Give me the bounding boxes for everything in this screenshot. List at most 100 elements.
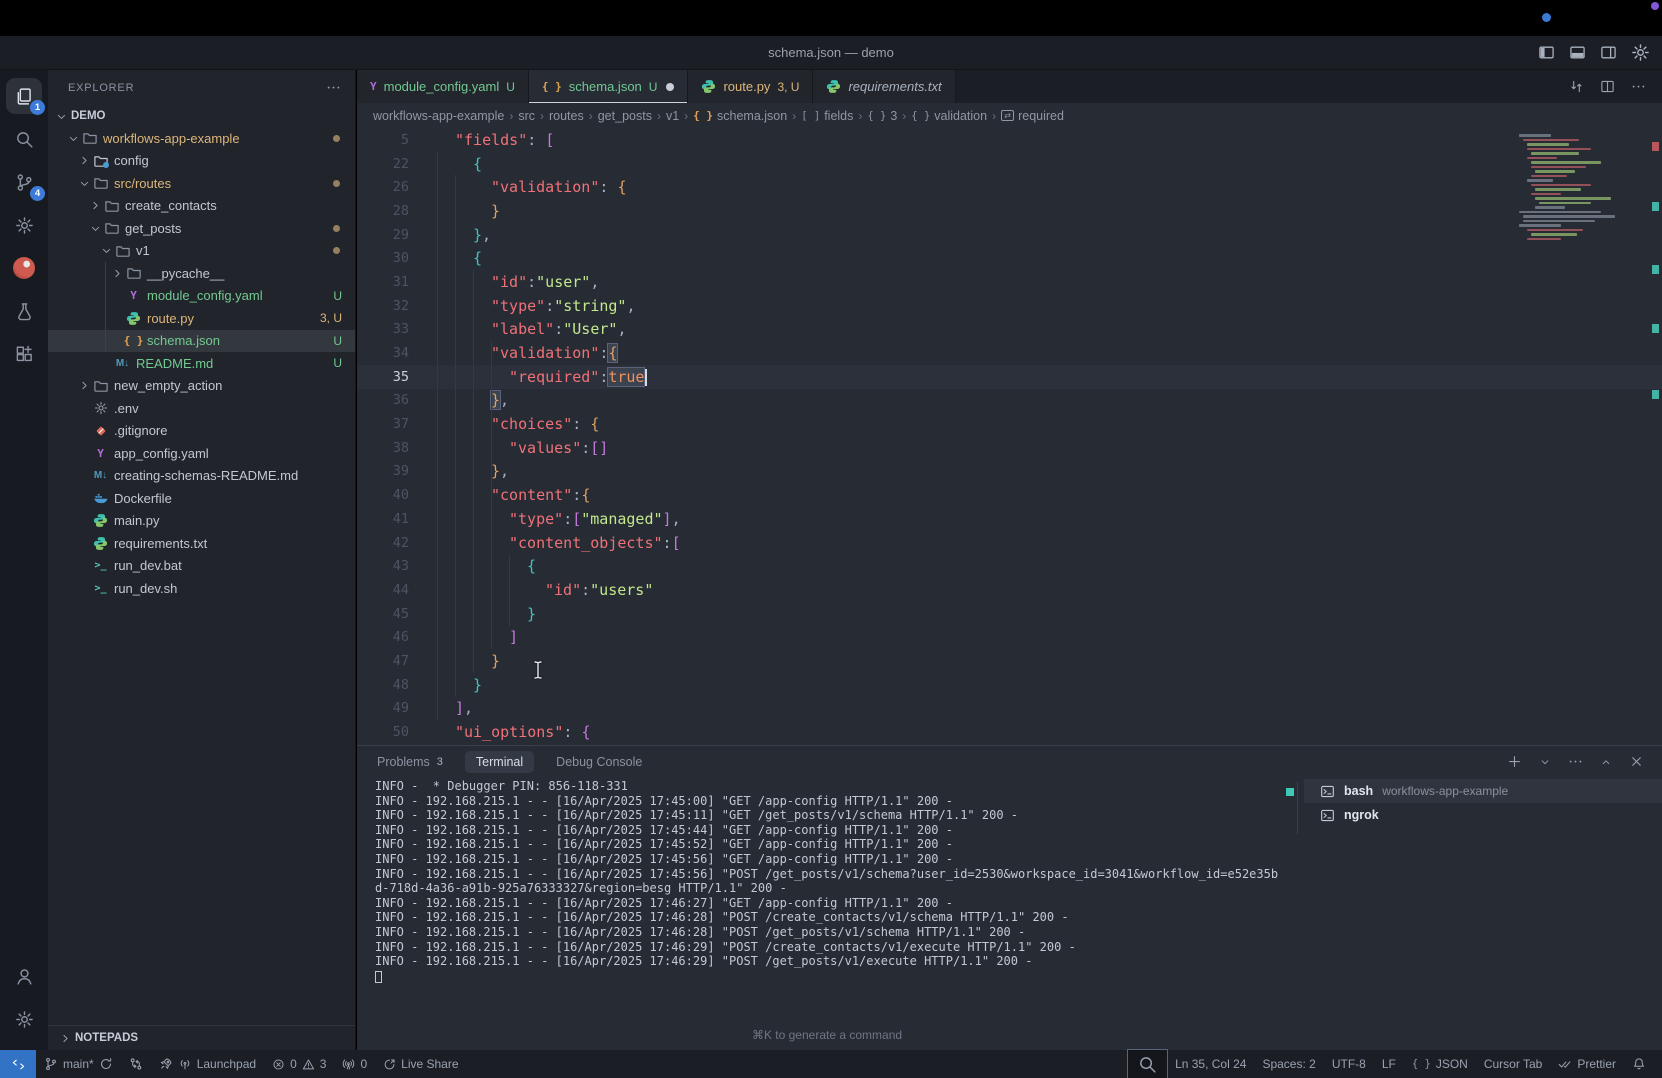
code-line[interactable]: 31"id":"user", — [357, 270, 1662, 294]
sidebar-section-demo[interactable]: DEMO — [48, 105, 355, 127]
status-problems-summary[interactable]: 03 — [264, 1050, 334, 1078]
activity-beaker[interactable] — [6, 293, 42, 329]
tree-item-creating-schemas-readme-md[interactable]: M↓creating-schemas-README.md — [48, 465, 355, 488]
code-line[interactable]: 41"type":["managed"], — [357, 507, 1662, 531]
status-eol[interactable]: LF — [1374, 1050, 1404, 1078]
tree-item-config[interactable]: config — [48, 150, 355, 173]
status-launchpad[interactable]: Launchpad — [151, 1050, 264, 1078]
chevron-down-icon[interactable] — [1539, 756, 1551, 768]
code-line[interactable]: 34"validation":{ — [357, 341, 1662, 365]
plus-icon[interactable] — [1507, 754, 1522, 769]
activity-source-control[interactable]: 4 — [6, 164, 42, 200]
activity-extensions[interactable] — [6, 336, 42, 372]
code-line[interactable]: 32"type":"string", — [357, 294, 1662, 318]
breadcrumb-item-3[interactable]: { }3 — [867, 109, 897, 123]
minimap[interactable] — [1519, 134, 1644, 242]
layout-panel-bottom-icon[interactable] — [1569, 44, 1586, 61]
breadcrumb-item-validation[interactable]: { }validation — [911, 109, 987, 123]
more-icon[interactable] — [1631, 79, 1646, 94]
unsaved-dot-icon[interactable] — [666, 83, 674, 91]
status-git-branch[interactable]: main* — [36, 1050, 121, 1078]
settings-gear-icon[interactable] — [1631, 43, 1650, 62]
breadcrumb-item-workflows-app-example[interactable]: workflows-app-example — [373, 109, 504, 123]
code-editor[interactable]: 5"fields": [22{26"validation": {28}29},3… — [357, 128, 1662, 745]
status-cursor-tab[interactable]: Cursor Tab — [1476, 1050, 1550, 1078]
chevron-up-icon[interactable] — [1600, 756, 1612, 768]
close-icon[interactable] — [1629, 754, 1644, 769]
status-indentation[interactable]: Spaces: 2 — [1254, 1050, 1323, 1078]
tree-item-src-routes[interactable]: src/routes — [48, 172, 355, 195]
panel-tab-debug-console[interactable]: Debug Console — [556, 755, 642, 769]
breadcrumb-item-schema-json[interactable]: { }schema.json — [693, 109, 787, 123]
tree-item-create-contacts[interactable]: create_contacts — [48, 195, 355, 218]
code-line[interactable]: 38"values":[] — [357, 436, 1662, 460]
tree-item-dockerfile[interactable]: Dockerfile — [48, 487, 355, 510]
status-cursor-position[interactable]: Ln 35, Col 24 — [1167, 1050, 1254, 1078]
tree-item-schema-json[interactable]: { }schema.jsonU — [48, 330, 355, 353]
status-encoding[interactable]: UTF-8 — [1324, 1050, 1374, 1078]
breadcrumb-item-get-posts[interactable]: get_posts — [598, 109, 652, 123]
code-line[interactable]: 29}, — [357, 223, 1662, 247]
terminal-output[interactable]: INFO - * Debugger PIN: 856-118-331INFO -… — [375, 779, 1305, 983]
split-editor-icon[interactable] — [1600, 79, 1615, 94]
panel-tab-terminal[interactable]: Terminal — [465, 751, 534, 773]
breadcrumb-item-v1[interactable]: v1 — [666, 109, 679, 123]
breadcrumb-item-required[interactable]: ⇄required — [1001, 109, 1064, 123]
tree-item--gitignore[interactable]: .gitignore — [48, 420, 355, 443]
tree-item-requirements-txt[interactable]: requirements.txt — [48, 532, 355, 555]
tree-item--pycache-[interactable]: __pycache__ — [48, 262, 355, 285]
tree-item-module-config-yaml[interactable]: Ymodule_config.yamlU — [48, 285, 355, 308]
tree-item-get-posts[interactable]: get_posts — [48, 217, 355, 240]
tab-requirements-txt[interactable]: requirements.txt — [813, 70, 955, 103]
code-line[interactable]: 5"fields": [ — [357, 128, 1662, 152]
status-ports[interactable]: 0 — [334, 1050, 375, 1078]
terminal-instance-ngrok[interactable]: ngrok — [1304, 803, 1662, 827]
status-language-mode[interactable]: { }JSON — [1404, 1050, 1476, 1078]
code-line[interactable]: 48} — [357, 673, 1662, 697]
tree-item-new-empty-action[interactable]: new_empty_action — [48, 375, 355, 398]
breadcrumb-item-routes[interactable]: routes — [549, 109, 584, 123]
code-line[interactable]: 42"content_objects":[ — [357, 531, 1662, 555]
tab-schema-json[interactable]: { }schema.jsonU — [529, 70, 689, 103]
code-line-active[interactable]: 35"required":true — [357, 365, 1662, 389]
tree-item--env[interactable]: .env — [48, 397, 355, 420]
code-line[interactable]: 47} — [357, 649, 1662, 673]
tree-item-route-py[interactable]: route.py3, U — [48, 307, 355, 330]
code-line[interactable]: 37"choices": { — [357, 412, 1662, 436]
tree-item-run-dev-sh[interactable]: >_run_dev.sh — [48, 577, 355, 600]
code-line[interactable]: 49], — [357, 697, 1662, 721]
code-line[interactable]: 44"id":"users" — [357, 578, 1662, 602]
code-line[interactable]: 26"validation": { — [357, 175, 1662, 199]
code-line[interactable]: 50"ui_options": { — [357, 720, 1662, 744]
tree-item-run-dev-bat[interactable]: >_run_dev.bat — [48, 555, 355, 578]
code-line[interactable]: 43{ — [357, 554, 1662, 578]
tab-module-config-yaml[interactable]: Ymodule_config.yamlU — [357, 70, 529, 103]
explorer-more-actions-icon[interactable] — [326, 80, 341, 95]
activity-extension-globe[interactable] — [6, 250, 42, 286]
panel-tab-problems[interactable]: Problems3 — [377, 755, 443, 769]
code-line[interactable]: 30{ — [357, 246, 1662, 270]
activity-accounts[interactable] — [6, 958, 42, 994]
terminal-instance-bash[interactable]: bashworkflows-app-example — [1304, 779, 1662, 803]
status-remote-indicator[interactable] — [0, 1050, 36, 1078]
layout-sidebar-left-icon[interactable] — [1538, 44, 1555, 61]
activity-files[interactable]: 1 — [6, 78, 42, 114]
breadcrumb-item-fields[interactable]: [ ]fields — [801, 109, 853, 123]
code-line[interactable]: 46] — [357, 625, 1662, 649]
tree-item-workflows-app-example[interactable]: workflows-app-example — [48, 127, 355, 150]
layout-sidebar-right-icon[interactable] — [1600, 44, 1617, 61]
tree-item-app-config-yaml[interactable]: Yapp_config.yaml — [48, 442, 355, 465]
sidebar-section-notepads[interactable]: NOTEPADS — [48, 1025, 355, 1050]
code-line[interactable]: 28} — [357, 199, 1662, 223]
open-changes-icon[interactable] — [1569, 79, 1584, 94]
code-line[interactable]: 36}, — [357, 389, 1662, 413]
breadcrumb-item-src[interactable]: src — [518, 109, 535, 123]
code-line[interactable]: 39}, — [357, 460, 1662, 484]
code-line[interactable]: 40"content":{ — [357, 483, 1662, 507]
tree-item-main-py[interactable]: main.py — [48, 510, 355, 533]
activity-settings-gear[interactable] — [6, 1001, 42, 1037]
activity-search[interactable] — [6, 121, 42, 157]
status-search-toggle[interactable] — [1128, 1050, 1167, 1078]
status-formatter[interactable]: Prettier — [1550, 1050, 1624, 1078]
code-line[interactable]: 22{ — [357, 152, 1662, 176]
